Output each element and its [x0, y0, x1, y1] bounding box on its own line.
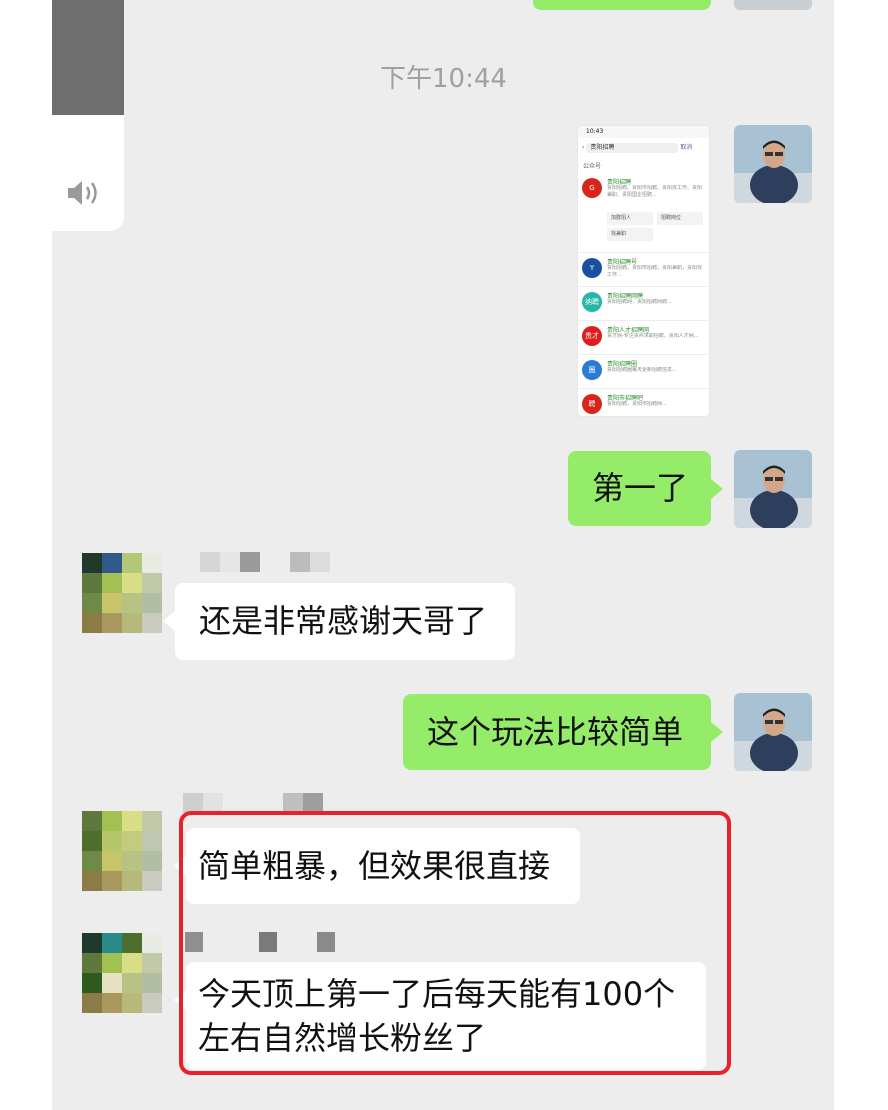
message-bubble[interactable]: 这个玩法比较简单 — [403, 694, 723, 770]
screenshot-result-logo: G — [582, 178, 602, 198]
screenshot-result-desc: 贵阳招聘网、贵阳招聘网聘... — [607, 299, 672, 305]
contact-avatar[interactable] — [82, 811, 162, 891]
speaker-icon — [66, 178, 106, 208]
contact-avatar[interactable] — [82, 933, 162, 1013]
bubble-tail — [163, 611, 175, 631]
screenshot-section: 公众号 — [583, 163, 602, 170]
partial-green-bubble[interactable] — [533, 0, 711, 10]
contact-avatar[interactable] — [82, 553, 162, 633]
screenshot-result-logo: 圈 — [582, 360, 602, 380]
screenshot-result-logo: Y — [582, 258, 602, 278]
screenshot-chip: 加群招人 — [607, 212, 653, 225]
screenshot-result: 贵才网贵阳人才招聘网贵才网-专注贵州求职招聘，贵阳人才网... — [578, 322, 709, 355]
screenshot-chip: 找兼职 — [607, 228, 653, 241]
message-text: 这个玩法比较简单 — [427, 713, 684, 751]
screenshot-result: 聘贵阳市招聘吧 贵阳招聘，贵阳市招聘网... — [578, 390, 709, 416]
voice-card[interactable] — [52, 0, 124, 231]
my-avatar[interactable] — [734, 693, 812, 771]
screenshot-cancel: 取消 — [680, 144, 693, 151]
highlight-box — [179, 811, 731, 1075]
screenshot-result-logo: 聘 — [582, 394, 602, 414]
screenshot-search-box: 贵阳招聘 — [586, 142, 679, 153]
image-message[interactable]: 10:43 ‹ 贵阳招聘 取消 公众号 G 贵阳招聘贵阳招聘、贵阳市招聘、贵阳找工… — [577, 125, 710, 417]
screenshot-result-desc: 贵阳招聘圈每天更新招聘信息... — [607, 367, 677, 373]
message-bubble[interactable]: 还是非常感谢天哥了 — [163, 583, 515, 660]
sender-name-blurred — [200, 552, 330, 572]
screenshot-statusbar: 10:43 — [578, 126, 709, 138]
timestamp: 下午10:44 — [380, 64, 507, 94]
screenshot-searchbar: ‹ 贵阳招聘 取消 — [582, 142, 705, 154]
screenshot-result: G 贵阳招聘 贵阳招聘、贵阳市招聘、贵阳找工作、贵阳兼职、贵阳国企招聘... 加群招人… — [578, 174, 709, 253]
bubble-tail — [711, 479, 723, 499]
screenshot-result-desc: 贵阳招聘、贵阳市招聘、贵阳找工作、贵阳兼职、贵阳国企招聘... — [607, 185, 703, 198]
back-icon: ‹ — [582, 144, 585, 151]
voice-card-dark-top — [52, 0, 124, 115]
bubble-tail — [711, 722, 723, 742]
screenshot-result: 纳聘 贵阳招聘网聘 贵阳招聘网、贵阳招聘网聘... — [578, 288, 709, 321]
message-text: 还是非常感谢天哥了 — [199, 602, 488, 640]
my-avatar[interactable] — [734, 125, 812, 203]
screenshot-result: Y 贵阳招聘号 贵阳招聘，贵阳市招聘，贵阳兼职，贵阳找工作... — [578, 254, 709, 287]
person-avatar-image — [734, 693, 812, 771]
app: 下午10:44 10:43 ‹ 贵阳招聘 取消 公众号 G 贵阳招聘贵阳招聘、贵阳… — [0, 0, 888, 1110]
screenshot-result-desc: 贵才网-专注贵州求职招聘，贵阳人才网... — [607, 333, 699, 339]
screenshot-result-logo: 贵才网 — [582, 326, 602, 346]
partial-avatar[interactable] — [734, 0, 812, 10]
screenshot-chip: 招聘岗位 — [657, 212, 703, 225]
screenshot-search-text: 贵阳招聘 — [590, 143, 615, 151]
my-avatar[interactable] — [734, 450, 812, 528]
person-avatar-image — [734, 450, 812, 528]
sender-name-blurred — [183, 793, 323, 813]
screenshot-result: 圈贵阳招聘圈 贵阳招聘圈每天更新招聘信息... — [578, 356, 709, 389]
screenshot-time: 10:43 — [586, 128, 604, 135]
message-text: 第一了 — [592, 469, 689, 507]
screenshot-result-desc: 贵阳招聘，贵阳市招聘，贵阳兼职，贵阳找工作... — [607, 265, 703, 278]
message-bubble[interactable]: 第一了 — [568, 451, 723, 526]
screenshot-result-logo: 纳聘 — [582, 292, 602, 312]
person-avatar-image — [734, 125, 812, 203]
screenshot-result-desc: 贵阳招聘，贵阳市招聘网... — [607, 401, 667, 407]
